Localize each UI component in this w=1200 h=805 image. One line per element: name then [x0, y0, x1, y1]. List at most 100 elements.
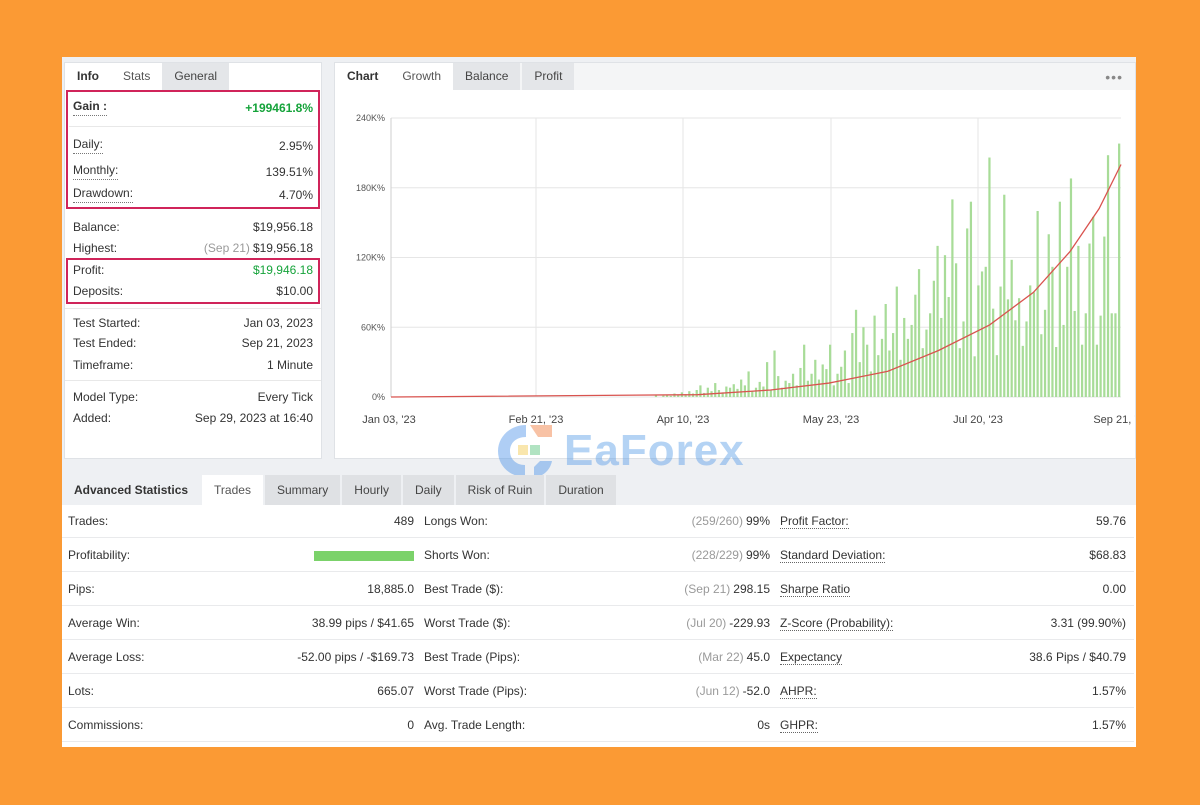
growth-bar — [903, 317, 906, 397]
stat-value — [314, 539, 414, 571]
y-tick-label: 0% — [372, 392, 385, 402]
monthly-value: 139.51% — [265, 165, 313, 179]
stat-label-text: Worst Trade (Pips): — [424, 684, 528, 698]
stat-value: 0.00 — [1103, 573, 1126, 605]
daily-label: Daily: — [73, 137, 104, 154]
stat-label: Trades: — [68, 505, 108, 537]
x-tick-label: Feb 21, '23 — [509, 414, 564, 426]
growth-bar — [877, 355, 880, 397]
timeframe-row: Timeframe: 1 Minute — [73, 356, 313, 374]
growth-bar — [947, 297, 950, 397]
growth-bar — [832, 385, 835, 397]
tab-stats[interactable]: Stats — [111, 63, 163, 90]
stat-value: 1.57% — [1092, 709, 1126, 741]
growth-bar — [754, 387, 758, 397]
divider — [65, 308, 321, 309]
gain-row: Gain : +199461.8% — [73, 99, 313, 117]
stat-date: (Sep 21) — [684, 582, 731, 596]
stat-value: (Jul 20) -229.93 — [686, 607, 770, 639]
tab-general[interactable]: General — [162, 63, 230, 90]
growth-bar — [843, 350, 847, 397]
stat-value-text: 0 — [407, 718, 414, 732]
stat-value: 38.6 Pips / $40.79 — [1029, 641, 1126, 673]
growth-bar — [1003, 194, 1006, 397]
growth-bar — [943, 255, 947, 397]
profit-label: Profit: — [73, 263, 105, 277]
growth-bar — [917, 269, 921, 397]
stat-label-text: Shorts Won: — [424, 548, 490, 562]
tab-daily[interactable]: Daily — [402, 475, 454, 505]
stat-label: Best Trade (Pips): — [424, 641, 520, 673]
stat-label: Shorts Won: — [424, 539, 490, 571]
tab-profit[interactable]: Profit — [522, 63, 575, 90]
tab-growth[interactable]: Growth — [390, 63, 454, 90]
stat-value: 3.31 (99.90%) — [1051, 607, 1126, 639]
stat-value-text: 489 — [393, 514, 414, 528]
growth-bar — [791, 373, 795, 397]
tab-balance[interactable]: Balance — [453, 63, 521, 90]
stat-label: Z-Score (Probability): — [780, 607, 894, 639]
tab-advanced-statistics[interactable]: Advanced Statistics — [62, 475, 201, 505]
test-ended-value: Sep 21, 2023 — [241, 336, 313, 350]
growth-bar — [817, 379, 821, 397]
tab-duration[interactable]: Duration — [546, 475, 616, 505]
stat-label-text: Avg. Trade Length: — [424, 718, 526, 732]
tab-risk-of-ruin[interactable]: Risk of Ruin — [455, 475, 545, 505]
growth-bar — [803, 344, 806, 397]
stat-row: AHPR: 1.57% — [774, 675, 1134, 708]
stat-value-text: 3.31 (99.90%) — [1050, 616, 1126, 630]
test-started-label: Test Started: — [73, 316, 141, 330]
stat-value-text: 1.57% — [1091, 718, 1126, 732]
growth-bar — [1103, 236, 1106, 397]
growth-bar — [766, 362, 769, 397]
growth-bar — [951, 199, 954, 397]
stat-value-text: 298.15 — [733, 582, 770, 596]
gain-label: Gain : — [73, 99, 108, 116]
growth-bar — [888, 350, 891, 397]
tab-chart[interactable]: Chart — [335, 63, 391, 90]
stat-row: Average Win: 38.99 pips / $41.65 — [62, 607, 418, 640]
tab-info[interactable]: Info — [65, 63, 111, 90]
tab-summary[interactable]: Summary — [264, 475, 341, 505]
growth-bar — [929, 313, 932, 397]
stat-label: Standard Deviation: — [780, 539, 886, 571]
tab-trades[interactable]: Trades — [202, 475, 263, 505]
x-tick-label: Jul 20, '23 — [953, 414, 1003, 426]
drawdown-value: 4.70% — [278, 188, 313, 202]
balance-row: Balance: $19,956.18 — [73, 218, 313, 236]
stat-row: Worst Trade (Pips): (Jun 12) -52.0 — [418, 675, 774, 708]
profit-value: $19,946.18 — [252, 263, 313, 277]
stat-label-text: Average Loss: — [68, 650, 145, 664]
y-tick-label: 120K% — [356, 253, 385, 263]
stat-row: GHPR: 1.57% — [774, 709, 1134, 742]
growth-bar — [1029, 285, 1032, 397]
stat-date: (Mar 22) — [698, 650, 744, 664]
stat-value: 1.57% — [1092, 675, 1126, 707]
stat-label: Worst Trade (Pips): — [424, 675, 527, 707]
stat-label-text: Commissions: — [68, 718, 144, 732]
stat-value-text: 18,885.0 — [367, 582, 414, 596]
growth-bar — [1092, 216, 1095, 397]
balance-label: Balance: — [73, 220, 120, 234]
stat-date: (259/260) — [691, 514, 743, 528]
tab-hourly[interactable]: Hourly — [342, 475, 401, 505]
stat-label-text: AHPR: — [780, 684, 817, 699]
stat-value: 489 — [394, 505, 414, 537]
test-started-value: Jan 03, 2023 — [243, 316, 313, 330]
test-ended-label: Test Ended: — [73, 336, 137, 350]
growth-bar — [873, 315, 876, 397]
more-options-icon[interactable]: ••• — [1105, 69, 1123, 85]
stat-label: Sharpe Ratio — [780, 573, 851, 605]
stat-label-text: Longs Won: — [424, 514, 488, 528]
stat-value-text: 38.6 Pips / $40.79 — [1029, 650, 1126, 664]
stat-value-text: 38.99 pips / $41.65 — [311, 616, 414, 630]
chart-tabs: Chart Growth Balance Profit — [335, 63, 1135, 90]
divider — [69, 126, 317, 127]
stat-value-text: 1.57% — [1091, 684, 1126, 698]
stat-row: Pips: 18,885.0 — [62, 573, 418, 606]
growth-bar — [906, 338, 910, 397]
y-tick-label: 240K% — [356, 113, 385, 123]
growth-bar — [921, 348, 924, 397]
monthly-label: Monthly: — [73, 163, 119, 180]
stat-value: 38.99 pips / $41.65 — [312, 607, 414, 639]
